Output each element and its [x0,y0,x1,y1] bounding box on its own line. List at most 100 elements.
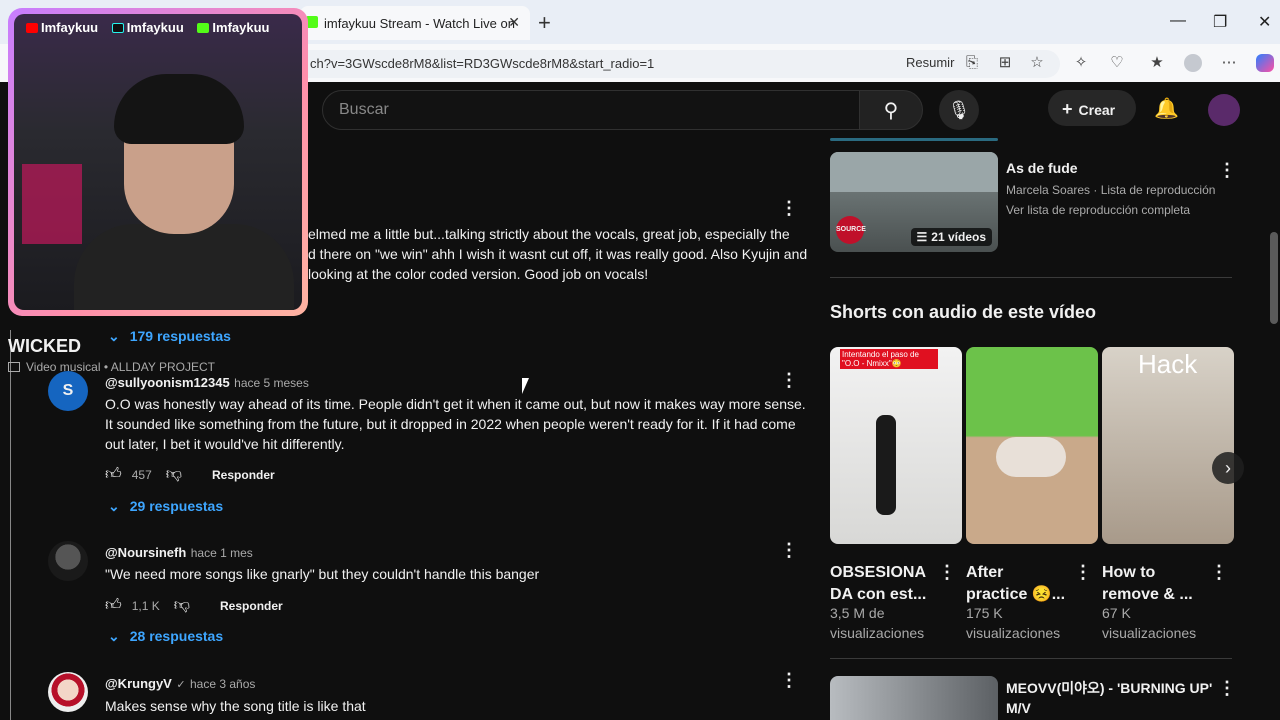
window-close-icon[interactable]: ✕ [1258,12,1271,32]
notifications-bell-icon[interactable]: 🔔 [1154,96,1179,121]
chevron-down-icon: ⌄ [108,498,120,514]
kick-icon [197,23,210,33]
short-3-title[interactable]: How to remove & ... [1102,562,1214,606]
performance-icon[interactable]: ♡ [1108,54,1126,72]
comment-2-body: O.O was honestly way ahead of its time. … [105,394,810,454]
short-1-menu-icon[interactable]: ⋮ [938,562,956,583]
comment-4-time[interactable]: hace 3 años [190,677,255,691]
extensions-icon[interactable]: ✧ [1072,54,1090,72]
dislike-icon[interactable]: 👎︎ [174,596,190,615]
comment-2-time[interactable]: hace 5 meses [234,376,309,390]
favorite-star-icon[interactable]: ☆ [1028,54,1046,72]
comment-3-author[interactable]: @Noursinefh [105,545,186,560]
short-3-menu-icon[interactable]: ⋮ [1210,562,1228,583]
playlist-link[interactable]: Ver lista de reproducción completa [1006,203,1190,217]
like-icon[interactable]: 👍︎ [105,465,122,484]
search-button[interactable]: ⚲ [859,90,923,130]
comment-1-replies-button[interactable]: ⌄ 179 respuestas [108,328,231,345]
divider-line [10,330,11,720]
short-thumbnail-2[interactable] [966,347,1098,544]
short-3-overlay: Hack [1138,349,1198,379]
chevron-down-icon: ⌄ [108,628,120,644]
short-thumbnail-3[interactable]: Hack [1102,347,1234,544]
overlay-video-sub: Video musical • ALLDAY PROJECT [8,360,215,374]
short-1-overlay: Intentando el paso de "O.O - Nmixx"😳 [840,349,938,369]
comment-2-avatar[interactable]: S [48,371,88,411]
section-divider [830,658,1232,659]
next-video-title-l2: M/V [1006,700,1031,716]
short-1-figure [876,415,896,515]
page-scrollbar[interactable] [1270,232,1278,324]
webcam-person-body [74,224,294,310]
maximize-icon[interactable]: ❐ [1213,12,1227,32]
like-count: 1,1 K [131,598,160,613]
comment-3-avatar[interactable] [48,541,88,581]
comment-menu-icon[interactable]: ⋮ [780,198,798,219]
comment-3-replies-button[interactable]: ⌄ 28 respuestas [108,628,223,645]
dislike-icon[interactable]: 👎︎ [166,465,182,484]
comment-4-header: @KrungyV ✓ hace 3 años [105,675,255,693]
comment-1-body: elmed me a little but...talking strictly… [308,224,808,284]
reply-button[interactable]: Responder [212,468,275,482]
search-input[interactable]: Buscar [322,90,860,130]
tab-close-icon[interactable]: ✕ [508,14,520,31]
next-video-thumbnail[interactable] [830,676,998,720]
right-sidebar: SOURCE MUSIC ☰21 vídeos As de fude Marce… [830,138,1244,720]
short-1-title[interactable]: OBSESIONA DA con est... [830,562,942,606]
minimize-icon[interactable]: — [1170,12,1186,30]
next-video-menu-icon[interactable]: ⋮ [1218,678,1236,699]
translate-icon[interactable]: ⎘ [963,54,981,72]
playlist-channel[interactable]: Marcela Soares · Lista de reproducción [1006,183,1215,197]
comment-2-replies-button[interactable]: ⌄ 29 respuestas [108,498,223,515]
short-3-views: 67 K visualizaciones [1102,603,1196,643]
comment-menu-icon[interactable]: ⋮ [780,370,798,391]
favorites-icon[interactable]: ★ [1148,54,1166,72]
webcam-overlay: Imfaykuu Imfaykuu Imfaykuu [8,8,308,316]
browser-tab[interactable]: imfaykuu Stream - Watch Live on ✕ [300,6,530,40]
short-1-views-l1: 3,5 M de [830,605,885,621]
webcam-person-hair [114,74,244,144]
overlay-video-sub-text: Video musical • ALLDAY PROJECT [26,360,215,374]
comment-3-actions: 👍︎ 1,1 K 👎︎ Responder [105,596,283,615]
comment-menu-icon[interactable]: ⋮ [780,540,798,561]
thumb-backdrop [830,152,998,192]
tiktok-handle: Imfaykuu [111,20,184,35]
profile-icon[interactable] [1184,54,1202,72]
youtube-handle: Imfaykuu [26,20,98,35]
voice-search-button[interactable]: 🎙 [939,90,979,130]
reply-button[interactable]: Responder [220,599,283,613]
short-3-title-l1: How to [1102,564,1156,581]
short-2-menu-icon[interactable]: ⋮ [1074,562,1092,583]
apps-icon[interactable]: ⊞ [996,54,1014,72]
next-video-title[interactable]: MEOVV(미야오) - 'BURNING UP' M/V [1006,678,1212,718]
comment-2-author[interactable]: @sullyoonism12345 [105,375,230,390]
url-text: ch?v=3GWscde8rM8&list=RD3GWscde8rM8&star… [310,56,655,71]
menu-dots-icon[interactable]: ⋯ [1220,54,1238,72]
playlist-count-badge: ☰ 21 vídeos [910,228,992,246]
playlist-title[interactable]: As de fude [1006,160,1078,176]
comment-4-avatar[interactable] [48,672,88,712]
playlist-thumbnail[interactable]: SOURCE MUSIC ☰21 vídeos [830,152,998,252]
resumir-button[interactable]: Resumir [906,55,954,70]
comment-4-line-1: Makes sense why the song title is like t… [105,698,366,714]
short-thumbnail-1[interactable]: Intentando el paso de "O.O - Nmixx"😳 [830,347,962,544]
like-icon[interactable]: 👍︎ [105,596,122,615]
comment-3-time[interactable]: hace 1 mes [191,546,253,560]
short-2-title[interactable]: After practice 😣... [966,562,1078,606]
playlist-menu-icon[interactable]: ⋮ [1218,160,1236,181]
search-placeholder: Buscar [339,101,389,118]
copilot-icon[interactable] [1256,54,1274,72]
shorts-next-arrow-icon[interactable]: › [1212,452,1244,484]
playlist-count: 21 vídeos [931,230,986,244]
comment-menu-icon[interactable]: ⋮ [780,670,798,691]
section-divider [830,277,1232,278]
chevron-down-icon: ⌄ [108,328,120,344]
comment-4-author[interactable]: @KrungyV [105,676,172,691]
short-2-views: 175 K visualizaciones [966,603,1060,643]
tiktok-icon [111,23,124,33]
create-button[interactable]: + Crear [1048,90,1136,126]
comment-1-line-2: d there on "we win" ahh I wish it wasnt … [308,246,808,262]
new-tab-icon[interactable]: + [538,10,551,36]
comment-1-line-1: elmed me a little but...talking strictly… [308,226,790,242]
account-avatar[interactable] [1208,94,1240,126]
